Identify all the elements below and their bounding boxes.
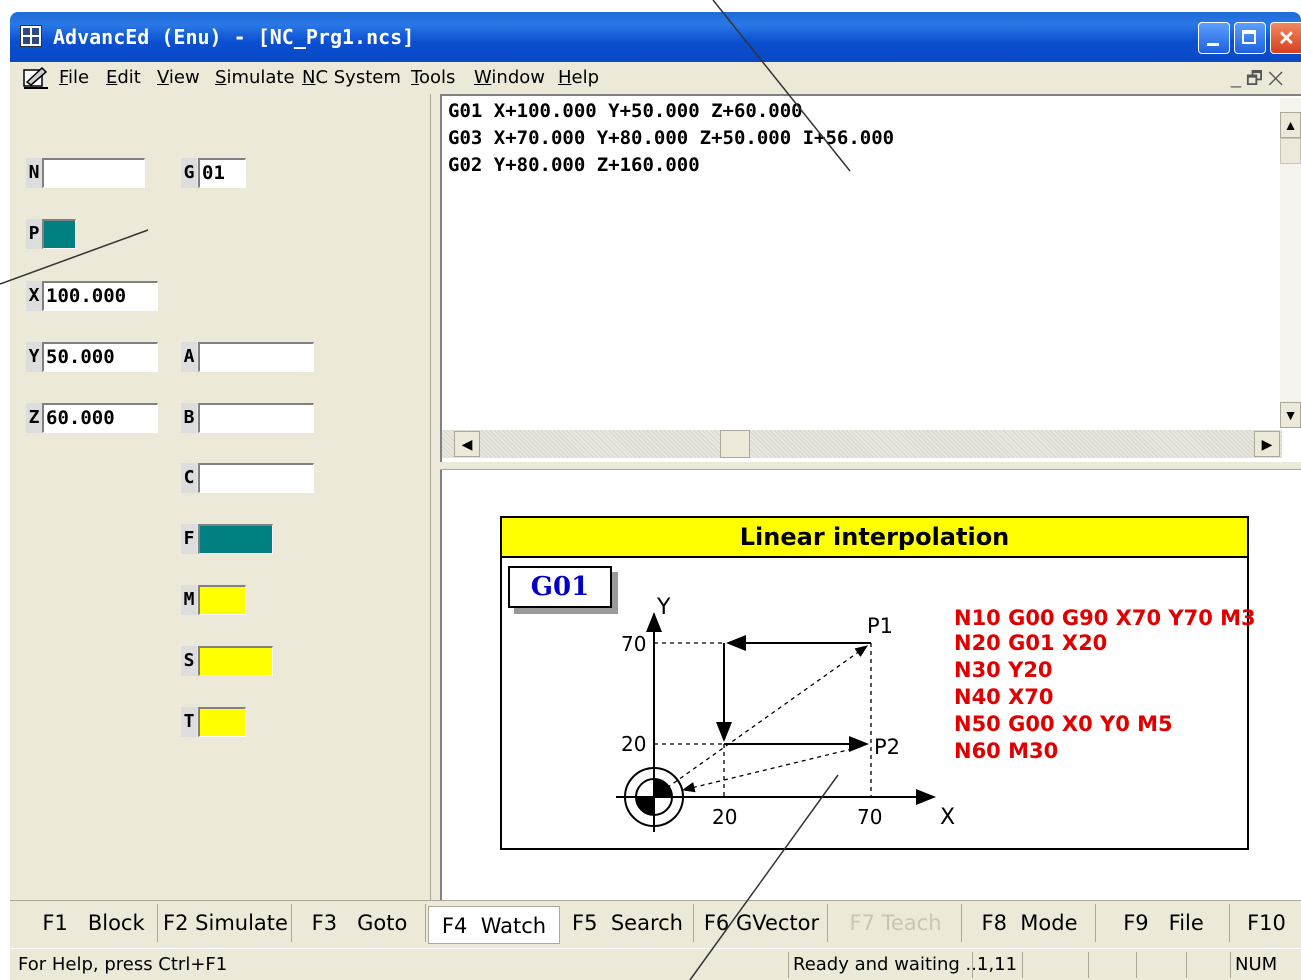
x-tick-label: 70 — [857, 805, 882, 829]
application-window: AdvancEd (Enu) - [NC_Prg1.ncs] File Edit… — [0, 0, 1301, 980]
y-tick-label: 70 — [621, 632, 646, 656]
f8-mode-button[interactable]: F8 Mode — [964, 904, 1096, 942]
f7-teach-button[interactable]: F7 Teach — [830, 904, 962, 942]
y-tick-label: 20 — [621, 732, 646, 756]
status-cell — [1186, 952, 1230, 978]
f3-goto-button[interactable]: F3 Goto — [294, 904, 426, 942]
f6-gvector-button[interactable]: F6 GVector — [696, 904, 828, 942]
program-line: N20 G01 X20 — [954, 631, 1108, 655]
x-axis-label: X — [940, 805, 955, 830]
f1-block-button[interactable]: F1 Block — [30, 904, 158, 942]
status-help-text: For Help, press Ctrl+F1 — [18, 954, 228, 975]
status-bar: For Help, press Ctrl+F1 Ready and waitin… — [10, 948, 1301, 980]
f5-search-button[interactable]: F5 Search — [562, 904, 694, 942]
f10-button[interactable]: F10 — [1232, 904, 1301, 942]
f4-watch-button[interactable]: F4 Watch — [428, 906, 560, 944]
f9-file-button[interactable]: F9 File — [1098, 904, 1230, 942]
program-line: N10 G00 G90 X70 Y70 M3 — [954, 606, 1256, 630]
rapid-path — [681, 746, 861, 793]
status-cursor-position: 1,11 — [972, 952, 1022, 978]
status-cell — [1088, 952, 1138, 978]
program-line: N40 X70 — [954, 685, 1054, 709]
program-line: N30 Y20 — [954, 658, 1053, 682]
y-axis-label: Y — [656, 595, 671, 620]
rapid-path — [653, 645, 869, 798]
status-state: Ready and waiting ... — [788, 952, 983, 978]
program-line: N50 G00 X0 Y0 M5 — [954, 712, 1173, 736]
x-tick-label: 20 — [712, 805, 737, 829]
status-cell — [1136, 952, 1186, 978]
interpolation-sketch: Y X 70 20 20 70 P1 P2 — [616, 595, 955, 832]
status-num-lock: NUM — [1230, 952, 1280, 978]
point-label: P1 — [867, 614, 893, 638]
program-line: N60 M30 — [954, 739, 1059, 763]
status-cell — [1022, 952, 1072, 978]
point-label: P2 — [874, 735, 900, 759]
f2-simulate-button[interactable]: F2 Simulate — [160, 904, 292, 942]
